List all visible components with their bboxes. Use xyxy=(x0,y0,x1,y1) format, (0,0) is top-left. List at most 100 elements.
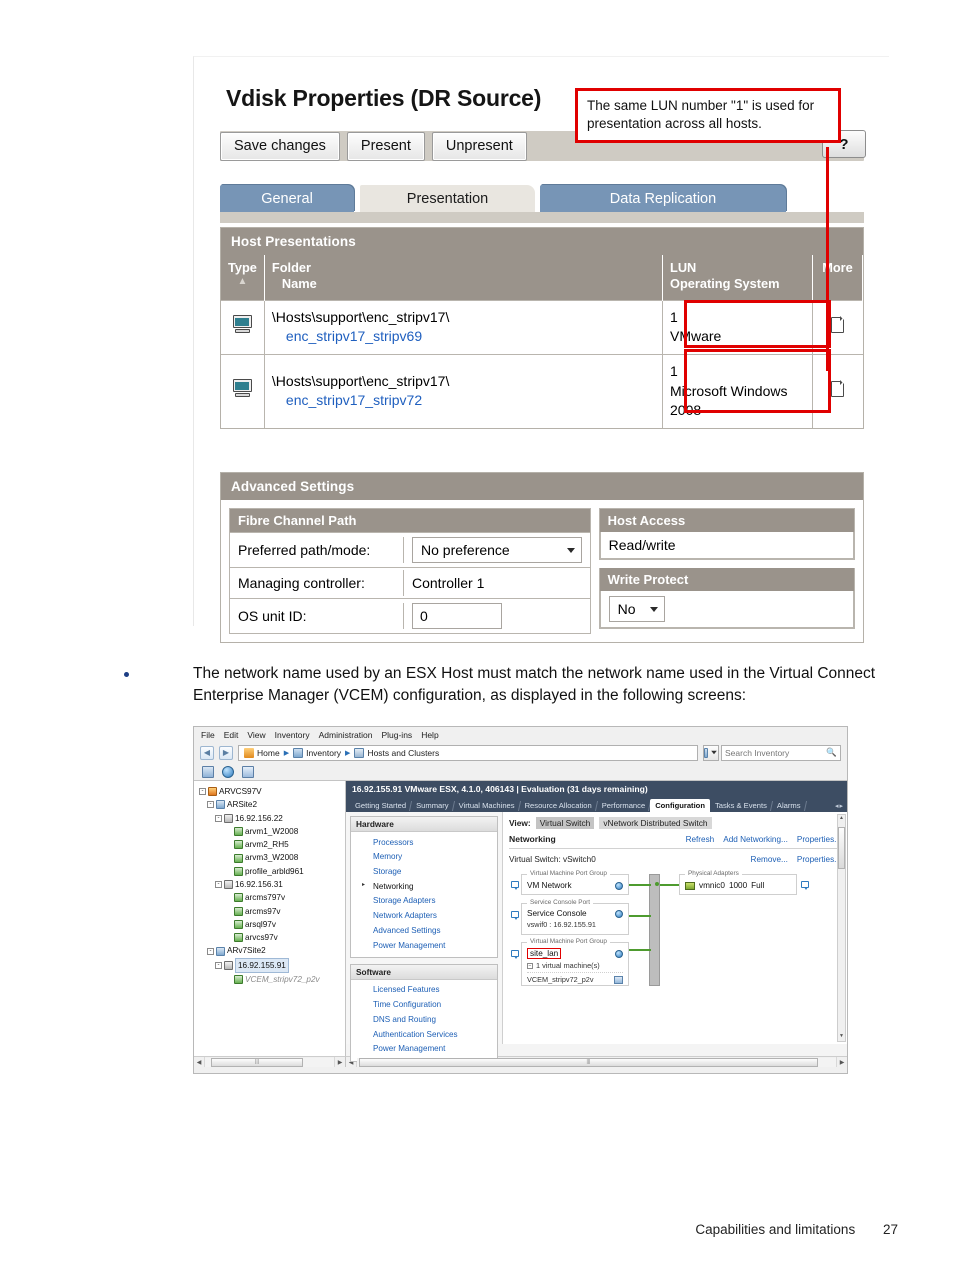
scroll-track[interactable]: ||| xyxy=(205,1057,334,1067)
document-icon[interactable] xyxy=(831,380,845,397)
tree-item-16-92-156-22[interactable]: - 16.92.156.22 xyxy=(197,812,342,825)
tab-data-replication[interactable]: Data Replication xyxy=(540,185,786,212)
breadcrumb-item-home[interactable]: Home xyxy=(244,747,280,758)
tree-item-arvm2-rh5[interactable]: arvm2_RH5 xyxy=(197,838,342,851)
scrollbar-thumb[interactable]: ||| xyxy=(211,1057,303,1067)
switch-properties-link[interactable]: Properties... xyxy=(797,855,841,864)
port-group-vm-network[interactable]: Virtual Machine Port Group VM Network xyxy=(521,870,629,895)
scroll-track[interactable]: ||| xyxy=(357,1057,836,1067)
nav-item-processors[interactable]: Processors xyxy=(351,835,497,850)
remove-link[interactable]: Remove... xyxy=(751,855,788,864)
tree-horizontal-scrollbar[interactable]: ◀ ||| ▶ xyxy=(194,1056,346,1067)
os-unit-id-input[interactable]: 0 xyxy=(412,603,502,629)
breadcrumb-item-inventory[interactable]: Inventory xyxy=(293,747,341,758)
column-header-folder-name[interactable]: Folder Name xyxy=(264,255,664,301)
row-name-link[interactable]: enc_stripv17_stripv69 xyxy=(272,327,655,347)
tab-alarms[interactable]: Alarms xyxy=(772,799,806,812)
row-more-cell[interactable] xyxy=(812,353,863,428)
column-header-more[interactable]: More xyxy=(812,255,863,301)
tab-getting-started[interactable]: Getting Started xyxy=(350,799,411,812)
tab-general[interactable]: General xyxy=(220,185,354,212)
tree-item-arv7site2[interactable]: - ARv7Site2 xyxy=(197,944,342,957)
view-option-vnetwork-distributed-switch[interactable]: vNetwork Distributed Switch xyxy=(599,817,712,829)
tree-expander-icon[interactable]: - xyxy=(215,961,222,969)
tree-item-arvcs97v[interactable]: arvcs97v xyxy=(197,931,342,944)
row-more-cell[interactable] xyxy=(812,299,863,355)
search-icon[interactable]: 🔍 xyxy=(826,747,837,758)
nav-item-dns-and-routing[interactable]: DNS and Routing xyxy=(351,1012,497,1027)
new-virtual-machine-icon[interactable] xyxy=(202,765,214,778)
tab-virtual-machines[interactable]: Virtual Machines xyxy=(454,799,520,812)
scroll-right-icon[interactable]: ▶ xyxy=(836,1057,847,1067)
tree-expander-icon[interactable]: - xyxy=(215,814,222,822)
nav-item-power-management[interactable]: Power Management xyxy=(351,938,497,953)
tab-scroll-arrows[interactable]: ◂ ▸ xyxy=(835,802,843,812)
tab-scroll-right-icon[interactable]: ▸ xyxy=(839,802,843,810)
tree-expander-icon[interactable]: - xyxy=(215,881,222,889)
nav-item-authentication-services[interactable]: Authentication Services xyxy=(351,1027,497,1042)
networking-vertical-scrollbar[interactable]: ▲ ▼ xyxy=(837,814,846,1042)
networking-properties-link[interactable]: Properties... xyxy=(797,835,841,844)
tree-item-profile-arbld961[interactable]: profile_arbld961 xyxy=(197,865,342,878)
tab-configuration[interactable]: Configuration xyxy=(650,799,710,812)
tree-item-vcem-stripv72-p2v[interactable]: VCEM_stripv72_p2v xyxy=(197,973,342,986)
tree-item-arcms97v[interactable]: arcms97v xyxy=(197,905,342,918)
scrollbar-thumb[interactable]: ||| xyxy=(359,1057,818,1067)
new-cluster-icon[interactable] xyxy=(242,765,254,778)
back-button[interactable]: ◀ xyxy=(200,745,214,760)
scroll-down-icon[interactable]: ▼ xyxy=(838,1033,845,1041)
menu-plugins[interactable]: Plug-ins xyxy=(381,730,412,740)
menu-inventory[interactable]: Inventory xyxy=(275,730,310,740)
table-row[interactable]: \Hosts\support\enc_stripv17\ enc_stripv1… xyxy=(221,353,863,428)
tab-scroll-left-icon[interactable]: ◂ xyxy=(835,802,839,810)
unpresent-button[interactable]: Unpresent xyxy=(431,132,527,161)
tab-presentation[interactable]: Presentation xyxy=(360,185,535,212)
nav-item-licensed-features[interactable]: Licensed Features xyxy=(351,983,497,998)
port-group-vm-row[interactable]: VCEM_stripv72_p2v xyxy=(527,972,623,984)
forward-button[interactable]: ▶ xyxy=(219,745,233,760)
nav-item-storage-adapters[interactable]: Storage Adapters xyxy=(351,894,497,909)
tree-item-arvm1-w2008[interactable]: arvm1_W2008 xyxy=(197,825,342,838)
write-protect-select[interactable]: No xyxy=(608,596,665,622)
column-header-type[interactable]: Type ▲ xyxy=(221,255,265,301)
tab-tasks-events[interactable]: Tasks & Events xyxy=(710,799,772,812)
search-scope-button[interactable] xyxy=(703,744,719,761)
tree-item-arsite2[interactable]: - ARSite2 xyxy=(197,798,342,811)
tree-item-16-92-155-91[interactable]: - 16.92.155.91 xyxy=(197,957,342,973)
tree-item-arsql97v[interactable]: arsql97v xyxy=(197,918,342,931)
tree-item-arvcs97v[interactable]: - ARVCS97V xyxy=(197,785,342,798)
tab-resource-allocation[interactable]: Resource Allocation xyxy=(520,799,597,812)
nav-item-networking[interactable]: Networking xyxy=(351,879,497,894)
add-host-icon[interactable] xyxy=(222,765,234,778)
view-option-virtual-switch[interactable]: Virtual Switch xyxy=(535,817,595,829)
save-changes-button[interactable]: Save changes xyxy=(220,132,340,161)
tree-expander-icon[interactable]: - xyxy=(199,788,206,796)
physical-adapters-group[interactable]: Physical Adapters vmnic0 1000 Full xyxy=(679,870,797,895)
nav-item-memory[interactable]: Memory xyxy=(351,850,497,865)
tab-summary[interactable]: Summary xyxy=(411,799,454,812)
nav-item-advanced-settings[interactable]: Advanced Settings xyxy=(351,923,497,938)
refresh-link[interactable]: Refresh xyxy=(686,835,715,844)
menu-file[interactable]: File xyxy=(201,730,215,740)
menu-administration[interactable]: Administration xyxy=(319,730,373,740)
scroll-left-icon[interactable]: ◀ xyxy=(194,1057,205,1067)
scroll-right-icon[interactable]: ▶ xyxy=(334,1057,345,1067)
port-group-site-lan[interactable]: Virtual Machine Port Group site_lan − 1 … xyxy=(521,938,629,986)
scroll-up-icon[interactable]: ▲ xyxy=(838,815,845,823)
tab-performance[interactable]: Performance xyxy=(597,799,650,812)
scrollbar-thumb[interactable] xyxy=(838,827,845,869)
nav-item-power-management[interactable]: Power Management xyxy=(351,1042,497,1057)
collapse-icon[interactable]: − xyxy=(527,962,533,969)
menu-help[interactable]: Help xyxy=(421,730,438,740)
row-name-link[interactable]: enc_stripv17_stripv72 xyxy=(272,391,655,411)
tree-item-arcms797v[interactable]: arcms797v xyxy=(197,891,342,904)
nav-item-network-adapters[interactable]: Network Adapters xyxy=(351,909,497,924)
menu-view[interactable]: View xyxy=(247,730,265,740)
add-networking-link[interactable]: Add Networking... xyxy=(723,835,788,844)
menu-edit[interactable]: Edit xyxy=(224,730,239,740)
tree-item-arvm3-w2008[interactable]: arvm3_W2008 xyxy=(197,851,342,864)
nav-item-storage[interactable]: Storage xyxy=(351,864,497,879)
content-horizontal-scrollbar[interactable]: ◀ ||| ▶ xyxy=(346,1056,847,1067)
preferred-path-select[interactable]: No preference xyxy=(412,537,582,563)
document-icon[interactable] xyxy=(831,316,845,333)
